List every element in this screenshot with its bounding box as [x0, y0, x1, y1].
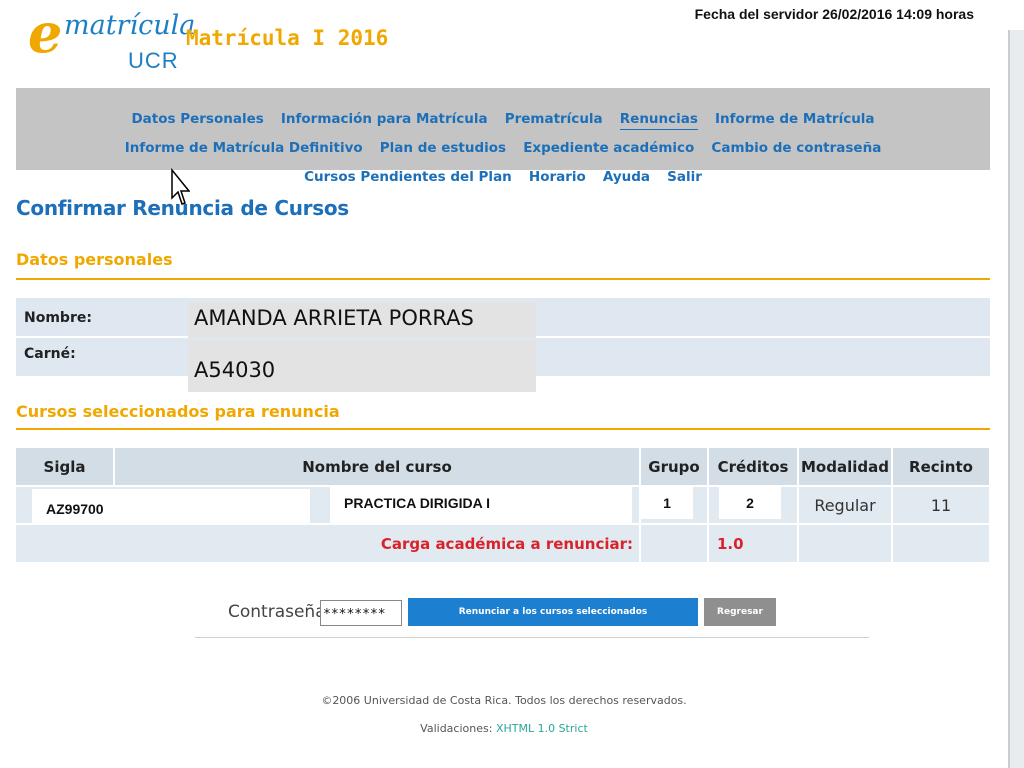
nav-item-expediente[interactable]: Expediente académico: [523, 134, 694, 162]
page-title: Confirmar Renuncia de Cursos: [16, 196, 349, 220]
name-label: Nombre:: [24, 310, 92, 326]
section-title-datos-personales: Datos personales: [16, 250, 173, 269]
ematricula-logo[interactable]: e matrícula UCR: [28, 1, 195, 76]
nav-item-horario[interactable]: Horario: [529, 163, 586, 191]
empty-cell: [640, 523, 709, 562]
nav-item-informe-definitivo[interactable]: Informe de Matrícula Definitivo: [125, 134, 363, 162]
name-value: AMANDA ARRIETA PORRAS: [188, 302, 536, 338]
personal-row-carne: Carné: A54030: [16, 338, 990, 392]
personal-row-name: Nombre: AMANDA ARRIETA PORRAS: [16, 298, 990, 338]
nav-item-plan-estudios[interactable]: Plan de estudios: [380, 134, 506, 162]
total-value: 1.0: [708, 523, 799, 562]
personal-data-table: Nombre: AMANDA ARRIETA PORRAS Carné: A54…: [16, 298, 990, 392]
section-title-cursos: Cursos seleccionados para renuncia: [16, 402, 340, 421]
logo-ucr: UCR: [128, 48, 179, 73]
logo-e: e: [28, 1, 63, 65]
app-title: Matrícula I 2016: [186, 26, 389, 50]
nav-item-ayuda[interactable]: Ayuda: [603, 163, 650, 191]
empty-cell: [892, 523, 991, 562]
col-header-creditos: Créditos: [708, 448, 799, 486]
section-divider: [16, 428, 990, 430]
window-right-edge: [1008, 30, 1024, 768]
nav-item-informe-matricula[interactable]: Informe de Matrícula: [715, 105, 875, 133]
col-header-nombre: Nombre del curso: [114, 448, 641, 486]
carne-value: A54030: [188, 340, 536, 392]
footer-copyright: ©2006 Universidad de Costa Rica. Todos l…: [321, 694, 687, 707]
carne-label: Carné:: [24, 346, 76, 362]
col-header-recinto: Recinto: [892, 448, 991, 486]
course-creditos: 2: [719, 487, 781, 519]
empty-cell: [798, 523, 893, 562]
xhtml-validation-link[interactable]: XHTML 1.0 Strict: [496, 722, 588, 735]
course-grupo-cell: 1: [640, 485, 709, 524]
password-input[interactable]: ********: [320, 600, 402, 626]
course-sigla: AZ99700: [32, 489, 310, 527]
table-total-row: Carga académica a renunciar: 1.0: [16, 523, 991, 562]
col-header-grupo: Grupo: [640, 448, 709, 486]
col-header-modalidad: Modalidad: [798, 448, 893, 486]
course-recinto: 11: [892, 485, 991, 524]
table-header-row: Sigla Nombre del curso Grupo Créditos Mo…: [16, 448, 991, 486]
course-grupo: 1: [641, 487, 693, 519]
total-label: Carga académica a renunciar:: [16, 523, 641, 562]
password-label: Contraseña:: [228, 602, 332, 622]
course-modalidad: Regular: [798, 485, 893, 524]
renunciar-button[interactable]: Renunciar a los cursos seleccionados: [408, 598, 698, 626]
validations-label: Validaciones:: [420, 722, 493, 735]
col-header-sigla: Sigla: [16, 448, 115, 486]
footer-validations: Validaciones: XHTML 1.0 Strict: [0, 722, 1008, 735]
nav-item-cambio-contrasena[interactable]: Cambio de contraseña: [711, 134, 881, 162]
nav-item-prematricula[interactable]: Prematrícula: [505, 105, 603, 133]
server-date: Fecha del servidor 26/02/2016 14:09 hora…: [694, 6, 974, 22]
nav-item-renuncias[interactable]: Renuncias: [619, 109, 698, 130]
nav-item-datos-personales[interactable]: Datos Personales: [131, 105, 263, 133]
nav-item-salir[interactable]: Salir: [667, 163, 702, 191]
section-divider: [16, 278, 990, 280]
main-nav: Datos Personales Información para Matríc…: [16, 88, 990, 185]
nav-item-cursos-pendientes[interactable]: Cursos Pendientes del Plan: [304, 163, 512, 191]
course-creditos-cell: 2: [708, 485, 799, 524]
course-name: PRACTICA DIRIGIDA I: [330, 487, 632, 525]
table-row: AZ99700 PRACTICA DIRIGIDA I 1 2 Regular …: [16, 485, 991, 527]
courses-table: Sigla Nombre del curso Grupo Créditos Mo…: [16, 448, 991, 562]
course-sigla-nombre-cell: AZ99700 PRACTICA DIRIGIDA I: [16, 485, 641, 527]
logo-word: matrícula: [64, 10, 196, 41]
nav-item-informacion-matricula[interactable]: Información para Matrícula: [281, 105, 488, 133]
regresar-button[interactable]: Regresar: [704, 598, 776, 626]
footer-divider: [195, 637, 869, 638]
